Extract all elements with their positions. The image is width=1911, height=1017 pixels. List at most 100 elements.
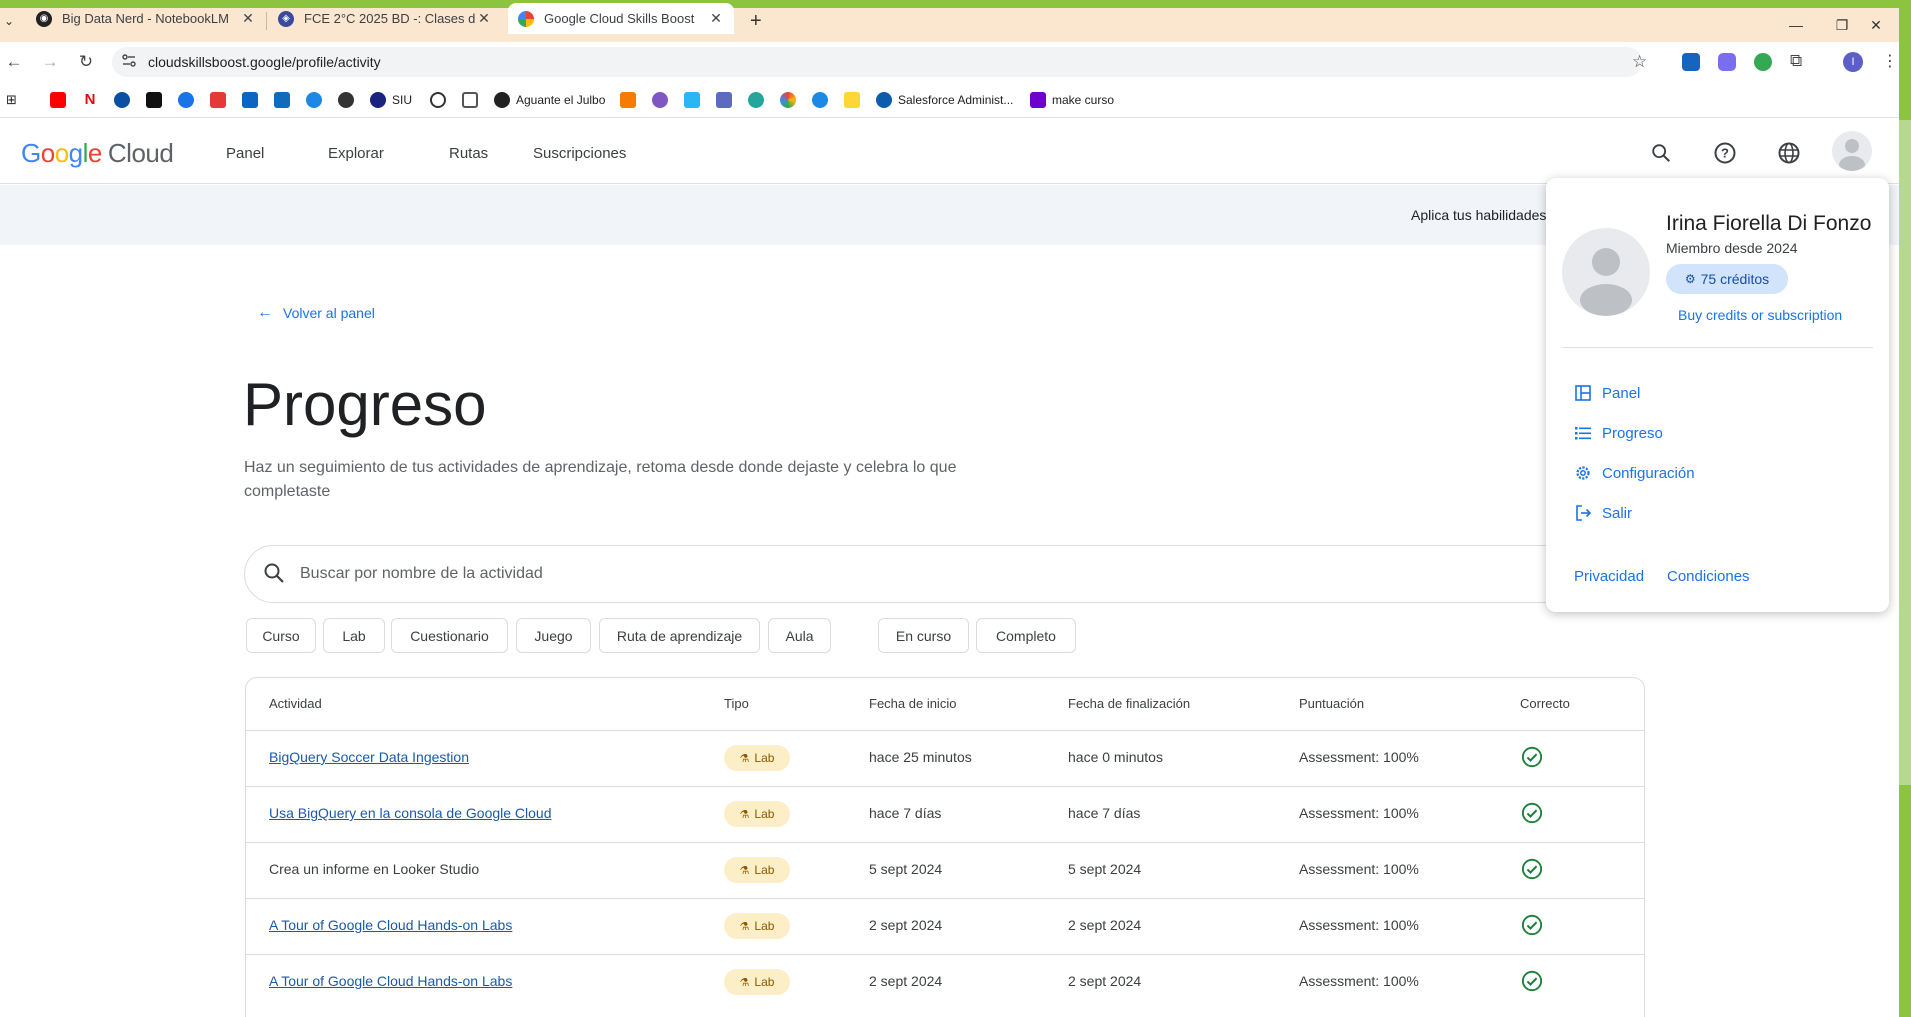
bookmark-netflix[interactable]: N xyxy=(82,91,104,109)
end-date: 5 sept 2024 xyxy=(1068,861,1142,877)
bookmark-item[interactable] xyxy=(652,91,674,109)
back-icon[interactable]: ← xyxy=(2,50,26,74)
filter-curso[interactable]: Curso xyxy=(246,618,316,653)
privacy-link[interactable]: Privacidad xyxy=(1574,568,1644,585)
back-to-dashboard-link[interactable]: ← Volver al panel xyxy=(257,304,375,322)
bookmark-icon xyxy=(716,92,732,108)
bookmark-star-icon[interactable]: ☆ xyxy=(1632,52,1647,72)
profile-avatar-button[interactable] xyxy=(1832,131,1872,171)
bookmark-salesforce[interactable]: Salesforce Administ... xyxy=(876,91,1013,109)
table-row-divider xyxy=(246,730,1644,731)
extensions-puzzle-icon[interactable]: ⧉ xyxy=(1790,51,1802,71)
tab-list-chevron-icon[interactable]: ⌄ xyxy=(4,14,14,28)
close-tab-icon[interactable]: ✕ xyxy=(476,10,492,27)
flask-icon: ⚗ xyxy=(739,920,750,933)
bookmark-item[interactable] xyxy=(780,91,802,109)
browser-profile-icon[interactable]: I xyxy=(1843,52,1863,72)
bookmark-disney[interactable] xyxy=(114,91,136,109)
bookmark-item[interactable] xyxy=(844,91,866,109)
tab-skills-boost[interactable]: Google Cloud Skills Boost ✕ xyxy=(508,3,734,34)
menu-item-configuracion[interactable]: Configuración xyxy=(1574,462,1695,484)
menu-item-panel[interactable]: Panel xyxy=(1574,382,1640,404)
activity-link[interactable]: BigQuery Soccer Data Ingestion xyxy=(269,749,469,765)
play-extension-icon[interactable] xyxy=(1754,53,1772,71)
bookmark-item[interactable] xyxy=(684,91,706,109)
bookmark-icon xyxy=(620,92,636,108)
university-icon: ◈ xyxy=(278,10,294,27)
menu-item-progreso[interactable]: Progreso xyxy=(1574,422,1663,444)
search-icon[interactable] xyxy=(1648,140,1674,166)
bookmark-aguante[interactable]: Aguante el Julbo xyxy=(494,91,605,109)
bookmark-outlook[interactable] xyxy=(274,91,296,109)
start-date: 2 sept 2024 xyxy=(869,917,943,933)
bookmark-onedrive[interactable] xyxy=(306,91,328,109)
page-scrollbar[interactable] xyxy=(1899,120,1911,785)
bookmark-chatgpt[interactable] xyxy=(430,91,452,109)
menu-item-salir[interactable]: Salir xyxy=(1574,502,1632,524)
filter-ruta[interactable]: Ruta de aprendizaje xyxy=(599,618,760,653)
flask-icon: ⚗ xyxy=(739,976,750,989)
bookmark-item[interactable] xyxy=(812,91,834,109)
extension-icon[interactable] xyxy=(1718,53,1736,71)
bookmark-item[interactable] xyxy=(748,91,770,109)
start-date: hace 7 días xyxy=(869,805,942,821)
buy-credits-link[interactable]: Buy credits or subscription xyxy=(1678,307,1842,323)
bookmark-youtube[interactable] xyxy=(50,91,72,109)
bookmark-linkedin[interactable] xyxy=(242,91,264,109)
activity-link[interactable]: Usa BigQuery en la consola de Google Clo… xyxy=(269,805,552,821)
browser-menu-icon[interactable]: ⋮ xyxy=(1882,51,1898,71)
nav-suscripciones[interactable]: Suscripciones xyxy=(533,145,626,162)
flask-icon: ⚗ xyxy=(739,864,750,877)
terms-link[interactable]: Condiciones xyxy=(1667,568,1750,585)
bookmark-item[interactable] xyxy=(716,91,738,109)
filter-cuestionario[interactable]: Cuestionario xyxy=(391,618,508,653)
type-badge: ⚗ Lab xyxy=(724,969,790,995)
table-row-divider xyxy=(246,842,1644,843)
new-tab-button[interactable]: + xyxy=(750,10,762,33)
bookmark-item[interactable] xyxy=(338,91,360,109)
activity-search-input[interactable] xyxy=(300,560,1500,588)
score: Assessment: 100% xyxy=(1299,917,1419,933)
bookmark-item[interactable] xyxy=(178,91,200,109)
close-window-icon[interactable]: ✕ xyxy=(1853,8,1899,42)
bookmark-item[interactable] xyxy=(462,91,484,109)
nav-rutas[interactable]: Rutas xyxy=(449,145,488,162)
apps-grid-icon[interactable]: ⊞ xyxy=(6,91,17,109)
bookmark-item[interactable] xyxy=(210,91,232,109)
netflix-icon: N xyxy=(82,92,98,108)
activity-link[interactable]: A Tour of Google Cloud Hands-on Labs xyxy=(269,917,512,933)
tab-notebooklm[interactable]: ◉ Big Data Nerd - NotebookLM ✕ xyxy=(26,3,266,34)
dashboard-icon xyxy=(1575,385,1591,401)
site-header xyxy=(0,119,1899,184)
close-tab-icon[interactable]: ✕ xyxy=(240,10,256,27)
type-badge: ⚗ Lab xyxy=(724,745,790,771)
filter-completo[interactable]: Completo xyxy=(976,618,1076,653)
start-date: hace 25 minutos xyxy=(869,749,972,765)
tab-fce[interactable]: ◈ FCE 2°C 2025 BD -: Clases del 2 ✕ xyxy=(268,3,502,34)
language-globe-icon[interactable] xyxy=(1776,140,1802,166)
url-text[interactable]: cloudskillsboost.google/profile/activity xyxy=(148,54,381,70)
bookmark-siu[interactable]: SIU xyxy=(370,91,412,109)
activity-link[interactable]: A Tour of Google Cloud Hands-on Labs xyxy=(269,973,512,989)
filter-en-curso[interactable]: En curso xyxy=(878,618,969,653)
google-cloud-logo[interactable]: Google Cloud xyxy=(21,138,174,169)
forward-icon[interactable]: → xyxy=(38,50,62,74)
flask-icon: ⚗ xyxy=(739,752,750,765)
bookmark-item[interactable] xyxy=(146,91,168,109)
activity-name: Crea un informe en Looker Studio xyxy=(269,861,480,877)
page-subtitle: Haz un seguimiento de tus actividades de… xyxy=(244,459,957,500)
nav-explorar[interactable]: Explorar xyxy=(328,145,384,162)
minimize-icon[interactable]: — xyxy=(1773,8,1819,42)
type-badge: ⚗ Lab xyxy=(724,801,790,827)
close-tab-icon[interactable]: ✕ xyxy=(708,10,724,27)
bookmark-make[interactable]: make curso xyxy=(1030,91,1114,109)
reload-icon[interactable]: ↻ xyxy=(74,50,98,74)
site-settings-icon[interactable] xyxy=(120,52,138,70)
filter-aula[interactable]: Aula xyxy=(768,618,831,653)
nav-panel[interactable]: Panel xyxy=(226,145,264,162)
bitwarden-extension-icon[interactable] xyxy=(1682,53,1700,71)
filter-lab[interactable]: Lab xyxy=(323,618,385,653)
filter-juego[interactable]: Juego xyxy=(516,618,591,653)
help-icon[interactable]: ? xyxy=(1712,140,1738,166)
bookmark-item[interactable] xyxy=(620,91,642,109)
